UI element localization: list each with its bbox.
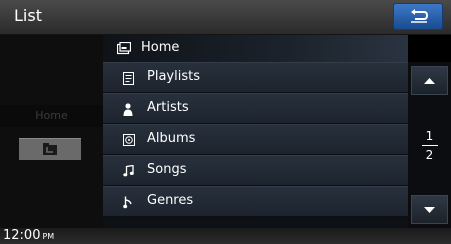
folder-icon [117,42,131,55]
triangle-up-icon [424,78,435,84]
list-item-playlists[interactable]: Playlists [103,62,408,93]
list-item-label: Albums [147,131,196,146]
page-indicator: 1 2 [408,129,451,165]
current-folder-row: Home [103,35,408,62]
list-item-albums[interactable]: Albums [103,124,408,155]
clock-time: 12:00 [3,228,41,243]
left-panel: Home [0,35,103,228]
media-list-screen: List Home Home Playlists Artists Albums … [0,0,451,244]
page-divider [421,145,438,146]
folder-up-icon [43,143,57,155]
list-item-label: Songs [147,162,187,177]
page-title: List [14,6,42,25]
scroll-down-button[interactable] [411,195,448,224]
list-item-label: Genres [147,193,194,208]
back-button[interactable] [393,3,443,30]
page-total: 2 [425,148,434,162]
clock: 12:00 PM [3,228,54,244]
list-item-artists[interactable]: Artists [103,93,408,124]
scrollbar[interactable]: 1 2 [408,62,451,228]
list-item-label: Artists [147,100,189,115]
list-item-songs[interactable]: Songs [103,155,408,186]
album-icon [123,134,135,146]
clock-ampm: PM [42,232,55,241]
page-current: 1 [425,129,434,143]
list-area: Home Playlists Artists Albums Songs Genr… [103,35,408,228]
list-item-label: Playlists [147,69,200,84]
status-bar: 12:00 PM [0,228,451,244]
triangle-down-icon [424,207,435,213]
music-note-icon [123,165,134,177]
person-icon [123,103,133,116]
title-bar: List [0,0,451,35]
genre-icon [123,196,132,209]
return-arrow-icon [411,9,429,23]
scroll-up-button[interactable] [411,66,448,95]
folder-up-button[interactable] [19,138,81,160]
current-folder-label: Home [141,40,180,55]
list-item-genres[interactable]: Genres [103,186,408,217]
left-home-label: Home [0,105,103,127]
playlist-icon [123,72,134,85]
